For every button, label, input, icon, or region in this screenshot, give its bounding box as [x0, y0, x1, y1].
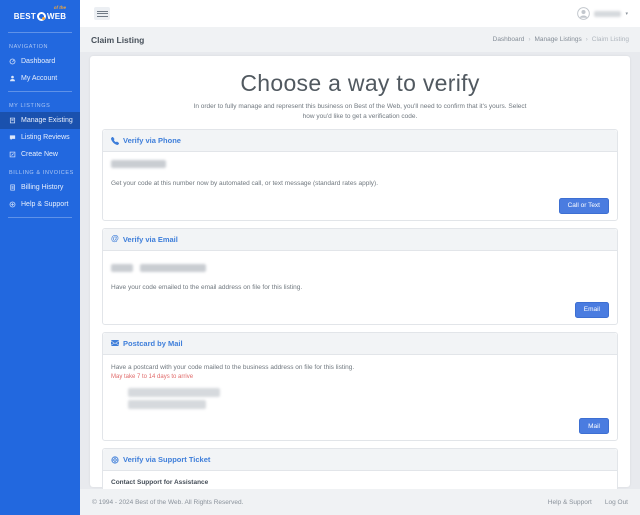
verify-title: Choose a way to verify [240, 70, 480, 96]
verify-card-title: Verify via Email [122, 234, 178, 244]
copyright: © 1994 - 2024 Best of the Web. All Right… [92, 498, 244, 506]
sidebar-item-label: Listing Reviews [21, 134, 70, 141]
business-address-redacted [128, 388, 609, 410]
verify-card-title: Verify via Support Ticket [123, 455, 211, 465]
avatar-icon [577, 7, 591, 20]
phone-number-redacted [111, 160, 166, 169]
at-icon: @ [111, 234, 119, 244]
sidebar-item-create-new[interactable]: Create New [0, 146, 80, 163]
verify-card-email-header: @ Verify via Email [103, 228, 617, 251]
verify-card-postcard-body: Have a postcard with your code mailed to… [103, 355, 617, 441]
breadcrumb-dashboard[interactable]: Dashboard [493, 36, 525, 43]
verify-card-email-body: Have your code emailed to the email addr… [103, 251, 617, 324]
logo-best: BEST [13, 11, 36, 21]
verify-card-phone-header: Verify via Phone [103, 130, 617, 153]
sidebar-item-label: Help & Support [21, 201, 69, 208]
phone-icon [111, 136, 119, 145]
lifering-icon [111, 456, 119, 464]
main-area: ▾ Claim Listing Dashboard › Manage Listi… [80, 0, 640, 515]
sidebar-section-my-listings: MY LISTINGS [9, 103, 51, 109]
botw-logo[interactable]: BEST WEB of the [0, 4, 80, 28]
sidebar-item-billing-history[interactable]: Billing History [0, 179, 80, 196]
sidebar-item-label: My Account [21, 75, 58, 82]
invoice-icon [10, 184, 15, 191]
menu-icon[interactable] [94, 7, 110, 20]
email-domain-redacted [140, 263, 206, 272]
sidebar-item-label: Create New [21, 151, 58, 158]
user-name-redacted [594, 10, 622, 17]
breadcrumb-current: Claim Listing [591, 36, 629, 43]
sidebar-item-my-account[interactable]: My Account [0, 70, 80, 87]
sidebar-item-label: Billing History [21, 184, 64, 191]
footer-log-out-link[interactable]: Log Out [605, 499, 628, 506]
verify-card-support-body: Contact Support for Assistance If you no… [103, 471, 617, 489]
breadcrumb-separator: › [528, 36, 531, 43]
building-icon [9, 117, 16, 124]
verify-subtitle: In order to fully manage and represent t… [193, 103, 527, 121]
help-icon [9, 201, 16, 208]
page-title: Claim Listing [91, 34, 145, 45]
logo-of-the: of the [53, 5, 66, 10]
mail-button[interactable]: Mail [579, 418, 609, 435]
topbar: ▾ [80, 0, 640, 27]
sidebar-item-label: Manage Existing [21, 117, 73, 124]
verify-card-title: Verify via Phone [123, 136, 181, 146]
address-line2-redacted [128, 400, 206, 410]
user-menu[interactable]: ▾ [577, 7, 628, 20]
email-button[interactable]: Email [574, 301, 609, 318]
sidebar-item-help-support[interactable]: Help & Support [0, 196, 80, 213]
divider [8, 32, 72, 33]
page-header: Claim Listing Dashboard › Manage Listing… [80, 27, 640, 52]
breadcrumb-manage-listings[interactable]: Manage Listings [534, 36, 581, 43]
verify-card-description: Get your code at this number now by auto… [111, 180, 378, 188]
email-local-redacted [111, 263, 133, 272]
verify-card-phone: Verify via Phone Get your code at this n… [102, 129, 618, 221]
chat-icon [9, 135, 16, 141]
sidebar: BEST WEB of the NAVIGATION Dashboard My … [0, 0, 80, 515]
create-icon [9, 151, 16, 158]
address-line1-redacted [128, 388, 220, 398]
verify-card-postcard-header: Postcard by Mail [103, 332, 617, 355]
sidebar-item-dashboard[interactable]: Dashboard [0, 53, 80, 70]
support-subheading: Contact Support for Assistance [111, 479, 209, 487]
verify-card-title: Postcard by Mail [123, 338, 183, 348]
sidebar-item-label: Dashboard [21, 58, 56, 65]
sidebar-item-manage-existing[interactable]: Manage Existing [0, 112, 80, 129]
verify-card-support-header: Verify via Support Ticket [103, 449, 617, 472]
gauge-icon [9, 58, 16, 65]
divider [8, 91, 72, 92]
verify-card-description: Have your code emailed to the email addr… [111, 283, 303, 291]
verify-panel: Choose a way to verify In order to fully… [90, 56, 630, 489]
footer: © 1994 - 2024 Best of the Web. All Right… [80, 489, 640, 515]
verify-card-phone-body: Get your code at this number now by auto… [103, 152, 617, 220]
sidebar-section-navigation: NAVIGATION [9, 44, 49, 50]
envelope-icon [111, 340, 119, 347]
verify-card-description: Have a postcard with your code mailed to… [111, 363, 355, 371]
verify-card-support: Verify via Support Ticket Contact Suppor… [102, 448, 618, 489]
content: Choose a way to verify In order to fully… [80, 52, 640, 489]
delivery-time-note: May take 7 to 14 days to arrive [111, 374, 194, 381]
call-or-text-button[interactable]: Call or Text [558, 197, 609, 214]
verify-card-postcard: Postcard by Mail Have a postcard with yo… [102, 331, 618, 442]
breadcrumb-separator: › [585, 36, 588, 43]
verify-card-email: @ Verify via Email Have your code emaile… [102, 227, 618, 325]
sidebar-section-billing: BILLING & INVOICES [9, 170, 74, 176]
breadcrumb: Dashboard › Manage Listings › Claim List… [493, 36, 629, 43]
divider [8, 217, 72, 218]
logo-web: WEB [46, 11, 67, 21]
logo-ring-icon [36, 11, 46, 21]
sidebar-item-listing-reviews[interactable]: Listing Reviews [0, 129, 80, 146]
footer-help-support-link[interactable]: Help & Support [548, 499, 592, 506]
chevron-down-icon: ▾ [625, 10, 628, 17]
person-icon [9, 75, 16, 82]
